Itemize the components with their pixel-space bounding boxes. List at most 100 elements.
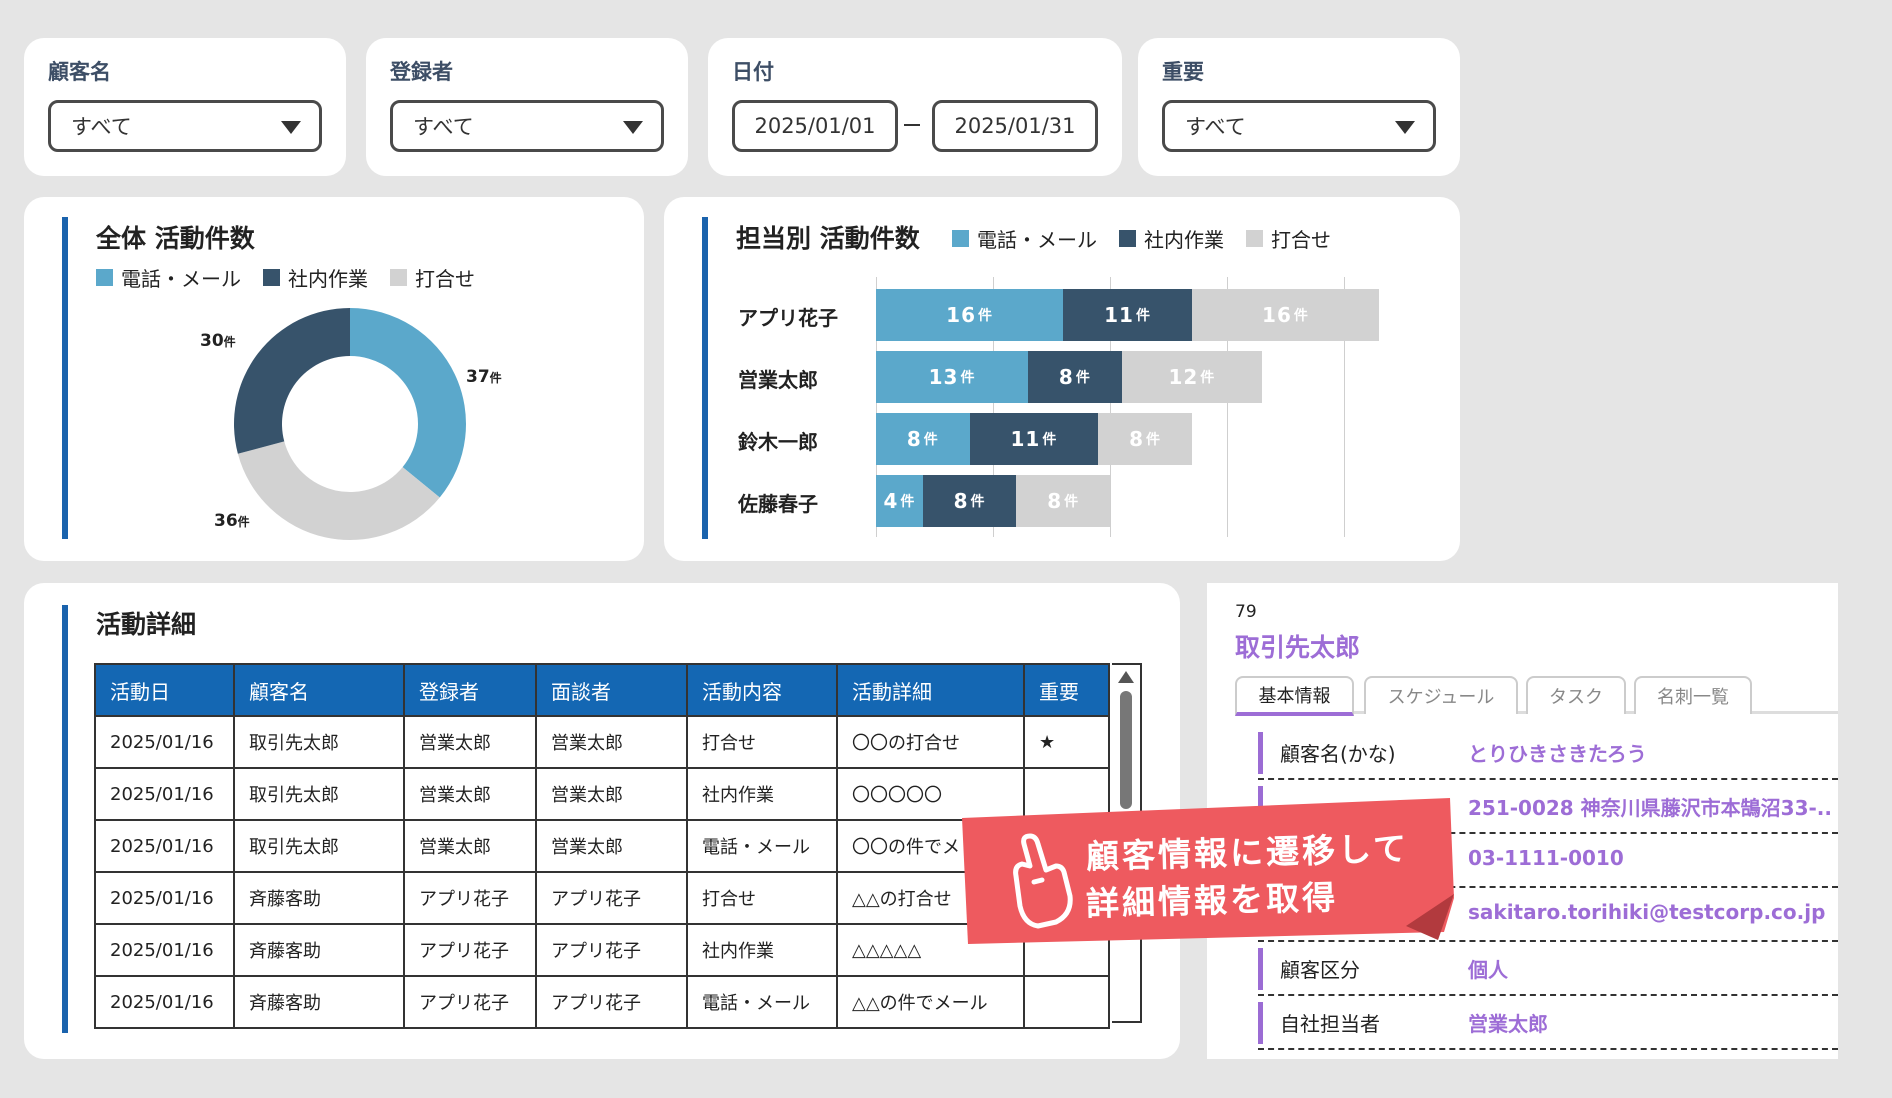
table-row[interactable]: 2025/01/16 斉藤客助 アプリ花子 アプリ花子 電話・メール △△の件でメール bbox=[94, 975, 1110, 1029]
cell-date: 2025/01/16 bbox=[94, 715, 235, 769]
activity-detail-title: 活動詳細 bbox=[96, 610, 197, 639]
cell-interviewer: アプリ花子 bbox=[535, 923, 688, 977]
bar-value-label: 12 bbox=[1168, 365, 1199, 389]
field-value: 03-1111-0010 bbox=[1468, 846, 1624, 870]
cell-interviewer: アプリ花子 bbox=[535, 871, 688, 925]
cell-interviewer: 営業太郎 bbox=[535, 819, 688, 873]
stacked-bar: 8 件 11 件 8 件 bbox=[876, 413, 1192, 465]
field-value: とりひきさきたろう bbox=[1468, 742, 1647, 766]
table-row[interactable]: 2025/01/16 取引先太郎 営業太郎 営業太郎 社内作業 〇〇〇〇〇 bbox=[94, 767, 1110, 821]
cell-date: 2025/01/16 bbox=[94, 819, 235, 873]
cell-content: 打合せ bbox=[686, 715, 838, 769]
scroll-up-icon[interactable] bbox=[1118, 671, 1134, 683]
bar-value-label: 8 bbox=[1047, 489, 1063, 513]
callout-line-2: 詳細情報を取得 bbox=[1085, 877, 1339, 924]
bar-segment-meeting: 8件 bbox=[1098, 413, 1192, 465]
cell-content: 電話・メール bbox=[686, 975, 838, 1029]
field-label: 顧客名(かな) bbox=[1280, 742, 1396, 766]
bar-value-label: 8 bbox=[906, 427, 922, 451]
cell-customer: 取引先太郎 bbox=[233, 767, 405, 821]
tab-business-cards[interactable]: 名刺一覧 bbox=[1634, 676, 1752, 714]
column-header-detail[interactable]: 活動詳細 bbox=[836, 663, 1025, 717]
bar-value-label: 16 bbox=[946, 303, 977, 327]
bar-unit-label: 件 bbox=[1293, 308, 1309, 324]
by-person-activity-card: 担当別 活動件数 電話・メール 社内作業 打合せ アプリ花子 16 件 11 件 16 件営… bbox=[664, 197, 1460, 561]
table-row[interactable]: 2025/01/16 取引先太郎 営業太郎 営業太郎 打合せ 〇〇の打合せ ★ bbox=[94, 715, 1110, 769]
cell-date: 2025/01/16 bbox=[94, 871, 235, 925]
bar-segment-meeting: 8件 bbox=[1016, 475, 1110, 527]
table-row[interactable]: 2025/01/16 斉藤客助 アプリ花子 アプリ花子 打合せ △△の打合せ bbox=[94, 871, 1110, 925]
bar-value-label: 8 bbox=[953, 489, 969, 513]
person-label: 鈴木一郎 bbox=[738, 430, 818, 454]
registrant-select[interactable]: すべて bbox=[390, 100, 664, 152]
bar-unit-label: 件 bbox=[1135, 308, 1151, 324]
column-header-registrant[interactable]: 登録者 bbox=[403, 663, 537, 717]
donut-label-meeting: 36件 bbox=[214, 511, 250, 531]
cell-customer: 取引先太郎 bbox=[233, 715, 405, 769]
field-value: 251-0028 神奈川県藤沢市本鵠沼33-.. bbox=[1468, 796, 1833, 820]
tab-schedule[interactable]: スケジュール bbox=[1364, 676, 1518, 714]
stacked-bar-chart: アプリ花子 16 件 11 件 16 件営業太郎 13 件 8 件 12 件鈴木一郎 8 件 11 件 8 件佐藤春… bbox=[664, 197, 1460, 561]
cell-customer: 斉藤客助 bbox=[233, 923, 405, 977]
cell-important: ★ bbox=[1023, 715, 1110, 769]
profile-field-owner: 自社担当者 営業太郎 bbox=[1258, 996, 1838, 1050]
date-from-input[interactable]: 2025/01/01 bbox=[732, 100, 898, 152]
cell-customer: 取引先太郎 bbox=[233, 819, 405, 873]
cell-detail: △△の件でメール bbox=[836, 975, 1025, 1029]
stacked-bar: 4件8件8件 bbox=[876, 475, 1110, 527]
filter-important-card: 重要 すべて bbox=[1138, 38, 1460, 176]
bar-segment-internal: 11 件 bbox=[1063, 289, 1192, 341]
customer-select[interactable]: すべて bbox=[48, 100, 322, 152]
cell-content: 打合せ bbox=[686, 871, 838, 925]
filter-date-label: 日付 bbox=[732, 60, 774, 84]
date-to-input[interactable]: 2025/01/31 bbox=[932, 100, 1098, 152]
column-header-customer[interactable]: 顧客名 bbox=[233, 663, 405, 717]
bar-segment-internal: 8件 bbox=[1028, 351, 1122, 403]
cell-registrant: 営業太郎 bbox=[403, 715, 537, 769]
bar-segment-internal: 11 件 bbox=[969, 413, 1099, 465]
column-header-important[interactable]: 重要 bbox=[1023, 663, 1110, 717]
bar-value-label: 8 bbox=[1129, 427, 1145, 451]
person-label: 佐藤春子 bbox=[738, 492, 818, 516]
cell-important bbox=[1023, 975, 1110, 1029]
field-accent-bar bbox=[1258, 732, 1263, 774]
donut-slice-meeting bbox=[237, 441, 440, 540]
column-header-date[interactable]: 活動日 bbox=[94, 663, 235, 717]
tab-basic-info[interactable]: 基本情報 bbox=[1235, 676, 1354, 716]
cell-date: 2025/01/16 bbox=[94, 767, 235, 821]
field-value: 営業太郎 bbox=[1468, 1012, 1548, 1036]
overall-activity-card: 全体 活動件数 電話・メール 社内作業 打合せ 37件 36件 30件 bbox=[24, 197, 644, 561]
table-header-row: 活動日 顧客名 登録者 面談者 活動内容 活動詳細 重要 bbox=[94, 663, 1110, 717]
bar-segment-phone-mail: 16 件 bbox=[876, 289, 1064, 341]
cell-content: 社内作業 bbox=[686, 767, 838, 821]
bar-segment-phone-mail: 13 件 bbox=[876, 351, 1029, 403]
filter-registrant-label: 登録者 bbox=[390, 60, 453, 84]
tab-task[interactable]: タスク bbox=[1526, 676, 1626, 714]
cell-content: 社内作業 bbox=[686, 923, 838, 977]
stacked-bar: 13 件 8 件 12 件 bbox=[876, 351, 1263, 403]
date-range-separator bbox=[904, 124, 920, 126]
cell-interviewer: 営業太郎 bbox=[535, 715, 688, 769]
column-header-interviewer[interactable]: 面談者 bbox=[535, 663, 688, 717]
bar-value-label: 11 bbox=[1010, 427, 1041, 451]
important-select[interactable]: すべて bbox=[1162, 100, 1436, 152]
section-accent-bar bbox=[62, 605, 68, 1033]
filter-customer-label: 顧客名 bbox=[48, 60, 111, 84]
person-label: 営業太郎 bbox=[738, 368, 818, 392]
bar-value-label: 8 bbox=[1058, 365, 1074, 389]
profile-field-kana: 顧客名(かな) とりひきさきたろう bbox=[1258, 726, 1838, 780]
cell-registrant: アプリ花子 bbox=[403, 871, 537, 925]
cell-date: 2025/01/16 bbox=[94, 923, 235, 977]
donut-slice-internal bbox=[233, 308, 350, 454]
bar-segment-phone-mail: 8件 bbox=[876, 413, 970, 465]
bar-segment-internal: 8件 bbox=[922, 475, 1017, 527]
bar-segment-meeting: 12 件 bbox=[1121, 351, 1263, 403]
chevron-down-icon bbox=[623, 121, 643, 134]
table-row[interactable]: 2025/01/16 取引先太郎 営業太郎 営業太郎 電話・メール 〇〇の件でメ bbox=[94, 819, 1110, 873]
bar-unit-label: 件 bbox=[960, 370, 976, 386]
bar-unit-label: 件 bbox=[1064, 494, 1080, 510]
column-header-content[interactable]: 活動内容 bbox=[686, 663, 838, 717]
chevron-down-icon bbox=[281, 121, 301, 134]
table-row[interactable]: 2025/01/16 斉藤客助 アプリ花子 アプリ花子 社内作業 △△△△△ bbox=[94, 923, 1110, 977]
cell-customer: 斉藤客助 bbox=[233, 975, 405, 1029]
